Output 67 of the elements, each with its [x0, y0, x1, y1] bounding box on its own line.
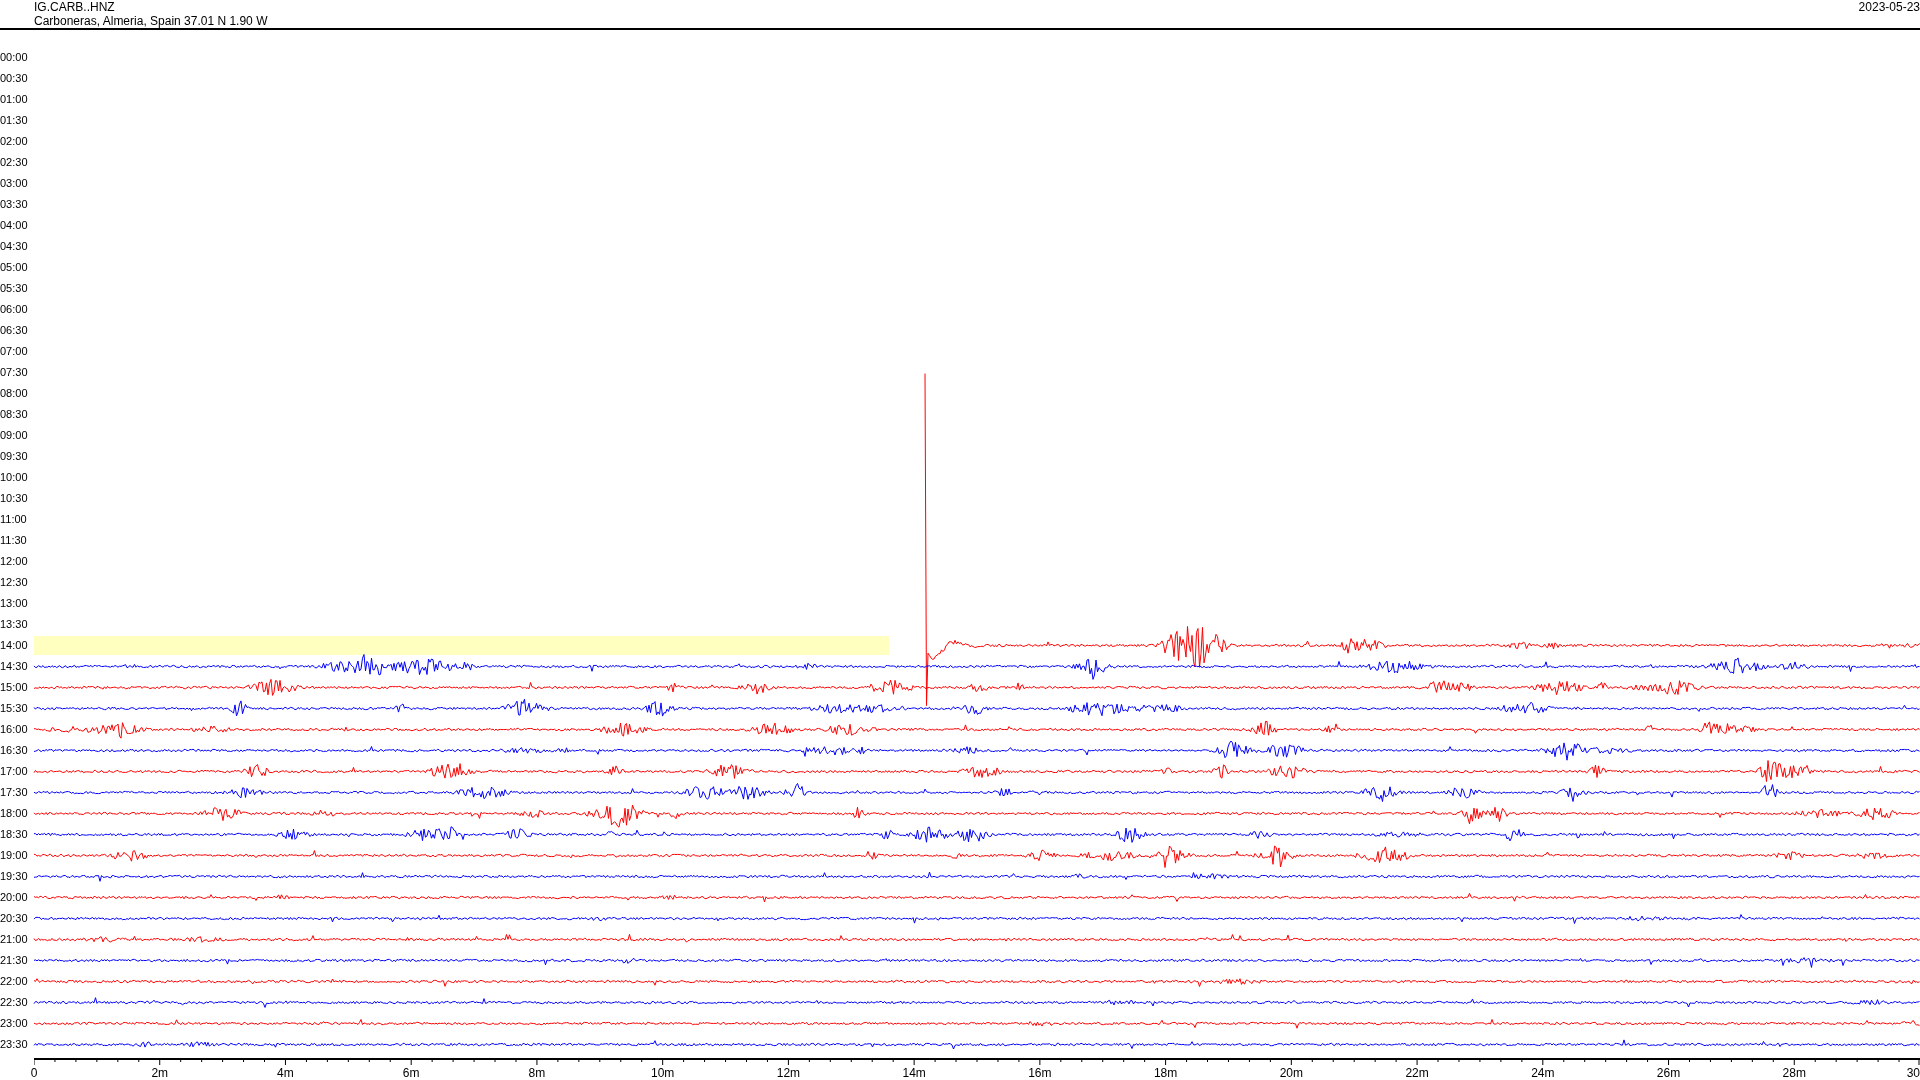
time-label: 07:30	[0, 365, 29, 379]
time-label: 08:00	[0, 386, 29, 400]
time-label: 14:00	[0, 638, 29, 652]
axis-label: 8m	[528, 1065, 546, 1080]
time-label: 18:30	[0, 827, 29, 841]
axis-label: 28m	[1782, 1065, 1806, 1080]
station-location: Carboneras, Almeria, Spain 37.01 N 1.90 W	[34, 14, 268, 28]
time-label: 12:00	[0, 554, 29, 568]
time-label: 19:30	[0, 869, 29, 883]
time-label: 14:30	[0, 659, 29, 673]
time-label: 17:30	[0, 785, 29, 799]
time-label: 04:30	[0, 239, 29, 253]
time-label: 23:00	[0, 1016, 29, 1030]
axis-label: 30	[1906, 1065, 1920, 1080]
time-label: 11:00	[0, 512, 28, 526]
time-label: 20:00	[0, 890, 29, 904]
time-label: 13:30	[0, 617, 29, 631]
time-label: 00:30	[0, 71, 29, 85]
time-label: 17:00	[0, 764, 29, 778]
time-label: 22:30	[0, 995, 29, 1009]
time-label: 15:00	[0, 680, 29, 694]
time-label: 23:30	[0, 1037, 29, 1051]
time-label: 02:00	[0, 134, 29, 148]
time-label: 05:00	[0, 260, 29, 274]
time-label: 04:00	[0, 218, 29, 232]
time-label: 09:30	[0, 449, 29, 463]
time-label: 07:00	[0, 344, 29, 358]
time-label: 16:00	[0, 722, 29, 736]
axis-label: 26m	[1656, 1065, 1681, 1080]
time-label: 22:00	[0, 974, 29, 988]
axis-label: 24m	[1531, 1065, 1555, 1080]
time-label: 10:30	[0, 491, 29, 505]
time-label: 10:00	[0, 470, 29, 484]
axis-label: 10m	[651, 1065, 675, 1080]
time-label: 03:00	[0, 176, 29, 190]
time-label: 19:00	[0, 848, 29, 862]
time-label: 01:30	[0, 113, 29, 127]
axis-label: 22m	[1405, 1065, 1429, 1080]
station-code: IG.CARB..HNZ	[34, 0, 116, 14]
axis-label: 2m	[151, 1065, 169, 1080]
time-label: 02:30	[0, 155, 29, 169]
axis-label: 16m	[1028, 1065, 1052, 1080]
time-label: 09:00	[0, 428, 29, 442]
axis-label: 0	[30, 1065, 38, 1080]
time-label: 18:00	[0, 806, 29, 820]
time-label: 06:30	[0, 323, 29, 337]
axis-label: 20m	[1279, 1065, 1303, 1080]
axis-label: 6m	[402, 1065, 420, 1080]
axis-label: 4m	[277, 1065, 294, 1080]
time-label: 21:00	[0, 932, 29, 946]
time-label: 12:30	[0, 575, 29, 589]
time-label: 13:00	[0, 596, 29, 610]
date-label: 2023-05-23	[1858, 0, 1920, 14]
axis-label: 18m	[1153, 1065, 1178, 1080]
time-label: 00:00	[0, 50, 29, 64]
time-label: 05:30	[0, 281, 29, 295]
axis-label: 14m	[902, 1065, 926, 1080]
time-label: 20:30	[0, 911, 29, 925]
time-label: 21:30	[0, 953, 29, 967]
time-label: 08:30	[0, 407, 29, 421]
axis-label: 12m	[776, 1065, 801, 1080]
time-label: 15:30	[0, 701, 29, 715]
time-label: 11:30	[0, 533, 28, 547]
time-label: 03:30	[0, 197, 29, 211]
time-label: 16:30	[0, 743, 29, 757]
time-label: 06:00	[0, 302, 29, 316]
time-label: 01:00	[0, 92, 29, 106]
